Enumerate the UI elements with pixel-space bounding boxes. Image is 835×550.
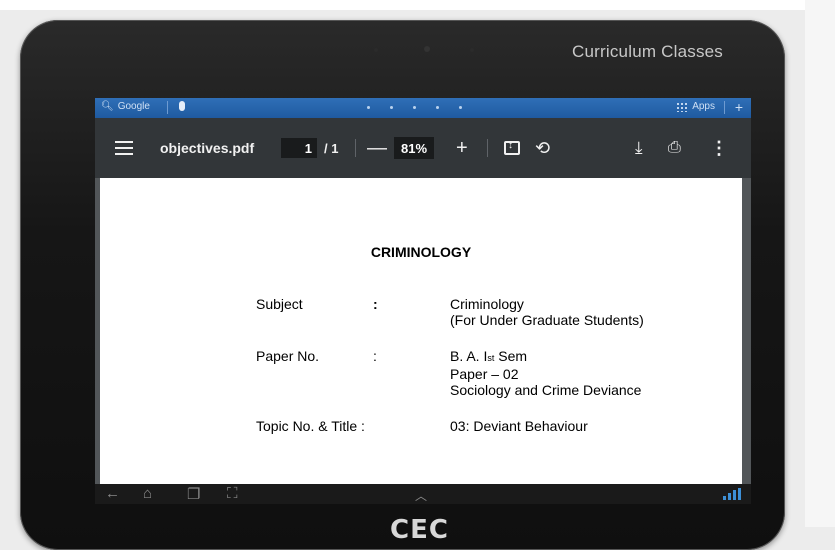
add-icon[interactable]: + <box>735 99 743 115</box>
divider <box>355 139 356 157</box>
google-search[interactable]: 🔍︎ Google <box>101 101 150 112</box>
android-nav-bar: ← ⌂ ❐ ⛶ ︿ <box>95 484 751 504</box>
page-dot <box>390 106 393 109</box>
paper-semester-line: B. A. Ist Sem <box>450 348 641 366</box>
page-dot <box>367 106 370 109</box>
tablet-frame: Curriculum Classes CEC 🔍︎ Google Apps + <box>20 20 785 550</box>
apps-label: Apps <box>692 101 715 112</box>
document-title: CRIMINOLOGY <box>370 244 472 260</box>
sensor-dot <box>374 48 378 52</box>
page-top-strip <box>0 0 835 10</box>
page-selector: / 1 <box>281 118 338 178</box>
home-icon[interactable]: ⌂ <box>143 485 152 502</box>
apps-grid-icon <box>676 101 689 112</box>
semester-prefix: B. A. I <box>450 348 488 364</box>
subject-colon: : <box>373 296 378 312</box>
page-dot <box>459 106 462 109</box>
divider <box>167 101 168 114</box>
paper-line: Paper – 02 <box>450 366 519 382</box>
subject-line: (For Under Graduate Students) <box>450 312 644 328</box>
subject-value: Criminology (For Under Graduate Students… <box>450 296 644 328</box>
paper-colon: : <box>373 348 377 364</box>
page-dot <box>413 106 416 109</box>
paper-label: Paper No. <box>256 348 320 364</box>
divider <box>487 139 488 157</box>
page-number-input[interactable] <box>281 138 317 158</box>
recent-apps-icon[interactable]: ❐ <box>187 485 200 503</box>
front-camera <box>424 46 430 52</box>
semester-suffix: Sem <box>494 348 528 364</box>
pdf-toolbar: objectives.pdf / 1 — + ⟲ ⤓ ⎙ <box>95 118 751 178</box>
printer-icon: ⎙ <box>668 139 681 156</box>
subject-label: Subject <box>256 296 303 312</box>
rotate-icon: ⟲ <box>535 137 551 158</box>
fit-page-icon <box>504 140 520 155</box>
menu-button[interactable] <box>115 118 133 178</box>
google-search-label: Google <box>117 101 150 112</box>
file-name: objectives.pdf <box>160 140 255 156</box>
kebab-icon: ⋮ <box>710 137 728 158</box>
hamburger-icon <box>115 141 133 155</box>
brand-text: Curriculum Classes <box>572 42 723 61</box>
screenshot-icon[interactable]: ⛶ <box>227 485 238 502</box>
zoom-level-input[interactable] <box>394 137 434 159</box>
android-status-bar: 🔍︎ Google Apps + <box>95 98 751 118</box>
download-button[interactable]: ⤓ <box>635 118 643 178</box>
fit-to-page-button[interactable] <box>504 118 520 178</box>
paper-value: B. A. Ist Sem Paper – 02 Sociology and C… <box>450 348 641 398</box>
subject-line: Criminology <box>450 296 524 312</box>
homescreen-page-dots <box>367 106 462 109</box>
page-total: / 1 <box>324 140 339 156</box>
zoom-in-button[interactable]: + <box>456 118 468 178</box>
zoom-box <box>394 118 434 178</box>
microphone-icon[interactable] <box>179 101 185 111</box>
document-viewport[interactable]: CRIMINOLOGY Subject : Criminology (For U… <box>95 178 751 484</box>
zoom-out-button[interactable]: — <box>367 118 387 178</box>
more-options-button[interactable]: ⋮ <box>710 118 728 178</box>
page-dot <box>436 106 439 109</box>
tablet-screen: 🔍︎ Google Apps + objectives.pdf 1 / 1 — … <box>95 98 751 504</box>
paper-line: Sociology and Crime Deviance <box>450 382 642 398</box>
divider <box>724 101 725 114</box>
signal-icon <box>723 488 741 500</box>
topic-value: 03: Deviant Behaviour <box>450 418 588 434</box>
pdf-page: CRIMINOLOGY Subject : Criminology (For U… <box>100 178 742 484</box>
topic-line: 03: Deviant Behaviour <box>450 418 588 434</box>
rotate-button[interactable]: ⟲ <box>535 118 550 178</box>
print-button[interactable]: ⎙ <box>668 118 681 178</box>
back-icon[interactable]: ← <box>105 485 120 502</box>
apps-button[interactable]: Apps <box>676 101 715 112</box>
cec-logo: CEC <box>390 515 449 545</box>
chevron-up-icon[interactable]: ︿ <box>415 487 427 504</box>
topic-label: Topic No. & Title : <box>256 418 365 434</box>
search-icon: 🔍︎ <box>101 101 114 112</box>
download-icon: ⤓ <box>635 138 643 157</box>
page-right-strip <box>805 0 835 527</box>
sensor-dot <box>470 48 474 52</box>
